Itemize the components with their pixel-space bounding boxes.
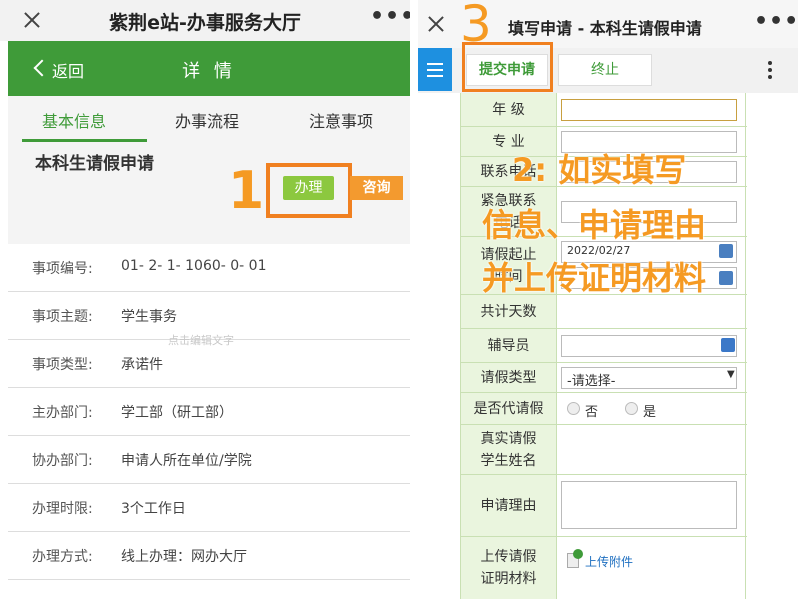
info-row: 协办部门: 申请人所在单位/学院 bbox=[8, 436, 410, 484]
page-title: 详 情 bbox=[182, 61, 236, 82]
right-window-title: 填写申请 - 本科生请假申请 bbox=[508, 19, 702, 38]
total-days-label: 共计天数 bbox=[461, 295, 557, 328]
annotation-2-line2: 信息、申请理由 bbox=[482, 206, 707, 244]
menu-icon[interactable] bbox=[418, 48, 452, 91]
form-row: 共计天数 bbox=[461, 295, 747, 329]
info-row: 办理方式: 线上办理：网办大厅 bbox=[8, 532, 410, 580]
upload-button[interactable]: 上传附件 bbox=[585, 553, 633, 570]
form-row: 年 级 bbox=[461, 93, 747, 127]
calendar-icon[interactable] bbox=[719, 271, 733, 285]
chevron-down-icon[interactable]: ▼ bbox=[727, 369, 735, 380]
stop-button[interactable]: 终止 bbox=[558, 54, 652, 86]
tab-underline bbox=[22, 139, 147, 142]
right-screen: 填写申请 - 本科生请假申请 ••• 提交申请 终止 3 年 级 专 业 联系电… bbox=[418, 0, 798, 599]
annotation-1: 1 bbox=[228, 161, 265, 221]
plus-icon[interactable] bbox=[573, 549, 583, 559]
form-row: 上传请假证明材料 上传附件 bbox=[461, 537, 747, 599]
kebab-icon[interactable] bbox=[768, 61, 772, 65]
form-row: 真实请假学生姓名 bbox=[461, 425, 747, 475]
left-screen: 紫荆e站-办事服务大厅 ••• 返回 详 情 基本信息 办事流程 注意事项 本科… bbox=[0, 0, 410, 599]
info-row: 事项编号: 01- 2- 1- 1060- 0- 01 bbox=[8, 244, 410, 292]
row-value: 3个工作日 bbox=[121, 501, 186, 517]
row-key: 事项主题: bbox=[32, 309, 93, 325]
proxy-no-label: 否 bbox=[585, 405, 599, 420]
row-key: 事项编号: bbox=[32, 261, 93, 277]
reason-label: 申请理由 bbox=[461, 475, 557, 536]
row-key: 主办部门: bbox=[32, 405, 93, 421]
calendar-icon[interactable] bbox=[719, 244, 733, 258]
leave-type-value: -请选择- bbox=[567, 374, 616, 389]
row-key: 办理时限: bbox=[32, 501, 93, 517]
info-list: 事项编号: 01- 2- 1- 1060- 0- 01 事项主题: 学生事务 事项类… bbox=[8, 244, 410, 580]
proxy-no-radio[interactable] bbox=[567, 402, 580, 415]
grade-input[interactable] bbox=[561, 99, 737, 121]
row-value: 申请人所在单位/学院 bbox=[121, 453, 252, 469]
tab-bar: 基本信息 办事流程 注意事项 bbox=[8, 96, 410, 146]
counselor-input[interactable] bbox=[561, 335, 737, 357]
person-icon[interactable] bbox=[721, 338, 735, 352]
row-value: 01- 2- 1- 1060- 0- 01 bbox=[121, 258, 267, 274]
info-row: 办理时限: 3个工作日 bbox=[8, 484, 410, 532]
row-key: 协办部门: bbox=[32, 453, 93, 469]
watermark: 点击编辑文字 bbox=[168, 334, 234, 347]
close-icon[interactable] bbox=[424, 12, 448, 36]
left-title-bar: 紫荆e站-办事服务大厅 ••• bbox=[0, 0, 410, 41]
tab-notes[interactable]: 注意事项 bbox=[309, 108, 373, 132]
tab-process[interactable]: 办事流程 bbox=[175, 108, 239, 132]
proxy-yes-radio[interactable] bbox=[625, 402, 638, 415]
annotation-2-line1: 2: 如实填写 bbox=[512, 151, 687, 189]
start-date-value: 2022/02/27 bbox=[567, 244, 631, 257]
form-row: 辅导员 bbox=[461, 329, 747, 363]
form-row: 申请理由 bbox=[461, 475, 747, 537]
highlight-box-1 bbox=[266, 163, 352, 218]
upload-label: 上传请假证明材料 bbox=[461, 537, 557, 599]
consult-button[interactable]: 咨询 bbox=[350, 176, 403, 200]
form-row: 是否代请假 否 是 bbox=[461, 393, 747, 425]
row-key: 事项类型: bbox=[32, 357, 93, 373]
form-row: 请假类型 -请选择- ▼ bbox=[461, 363, 747, 393]
grade-label: 年 级 bbox=[461, 93, 557, 126]
info-row: 主办部门: 学工部（研工部） bbox=[8, 388, 410, 436]
annotation-3: 3 bbox=[460, 0, 492, 53]
proxy-yes-label: 是 bbox=[643, 405, 657, 420]
real-name-label: 真实请假学生姓名 bbox=[461, 425, 557, 474]
proxy-label: 是否代请假 bbox=[461, 393, 557, 424]
divider bbox=[410, 0, 418, 599]
row-value: 承诺件 bbox=[121, 357, 163, 373]
left-window-title: 紫荆e站-办事服务大厅 bbox=[109, 12, 301, 34]
row-value: 线上办理：网办大厅 bbox=[121, 549, 247, 565]
row-value: 学工部（研工部） bbox=[121, 405, 233, 421]
left-header: 返回 详 情 bbox=[8, 41, 410, 96]
row-key: 办理方式: bbox=[32, 549, 93, 565]
annotation-2-line3: 并上传证明材料 bbox=[482, 259, 707, 297]
row-value: 学生事务 bbox=[121, 309, 177, 325]
more-icon[interactable]: ••• bbox=[754, 11, 798, 33]
item-name: 本科生请假申请 bbox=[35, 154, 154, 174]
tab-basic-info[interactable]: 基本信息 bbox=[42, 108, 106, 132]
leave-type-label: 请假类型 bbox=[461, 363, 557, 392]
more-icon[interactable]: ••• bbox=[370, 6, 410, 28]
reason-textarea[interactable] bbox=[561, 481, 737, 529]
counselor-label: 辅导员 bbox=[461, 329, 557, 362]
